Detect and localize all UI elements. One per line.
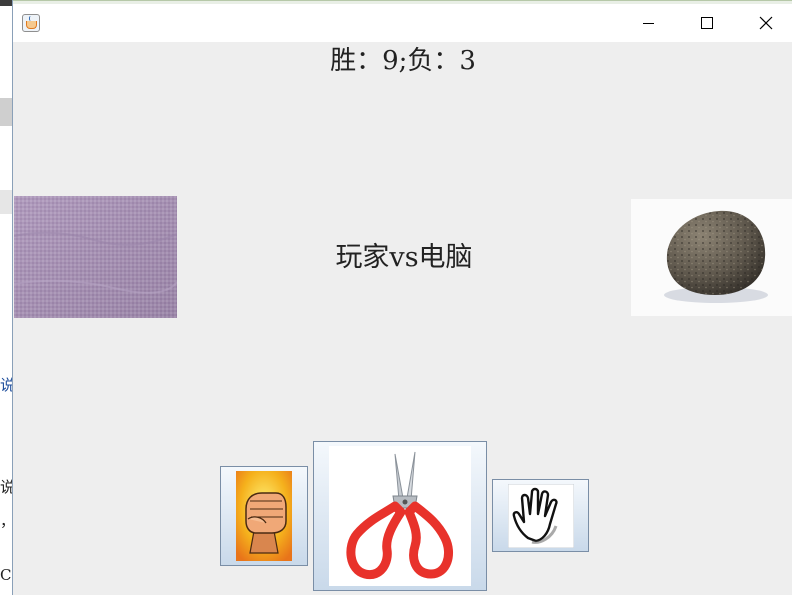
maximize-button[interactable] (684, 8, 730, 38)
background-text: 说 (0, 478, 12, 496)
computer-choice-image (631, 199, 792, 316)
rock-button[interactable] (220, 466, 308, 566)
score-label: 胜：9;负：3 (330, 46, 476, 76)
fist-icon (236, 471, 292, 561)
paper-button[interactable] (492, 479, 589, 552)
java-app-icon[interactable] (22, 14, 40, 32)
player-choice-image (13, 196, 178, 318)
background-text: C (0, 566, 12, 584)
close-button[interactable] (743, 8, 789, 38)
game-window: 胜：9;负：3 玩家vs电脑 (12, 0, 792, 595)
scissors-button[interactable] (313, 441, 487, 591)
background-text: 说 (0, 376, 12, 394)
title-bar[interactable] (13, 4, 792, 42)
background-text: ， (0, 510, 12, 531)
close-icon (759, 16, 773, 30)
background-top-bar (0, 0, 12, 6)
minimize-button[interactable] (625, 8, 671, 38)
background-band (0, 98, 12, 126)
versus-label: 玩家vs电脑 (335, 242, 473, 273)
scissors-icon (329, 446, 471, 586)
maximize-icon (701, 17, 713, 29)
open-hand-icon (508, 484, 574, 548)
background-band (0, 190, 12, 214)
minimize-icon (642, 22, 654, 24)
